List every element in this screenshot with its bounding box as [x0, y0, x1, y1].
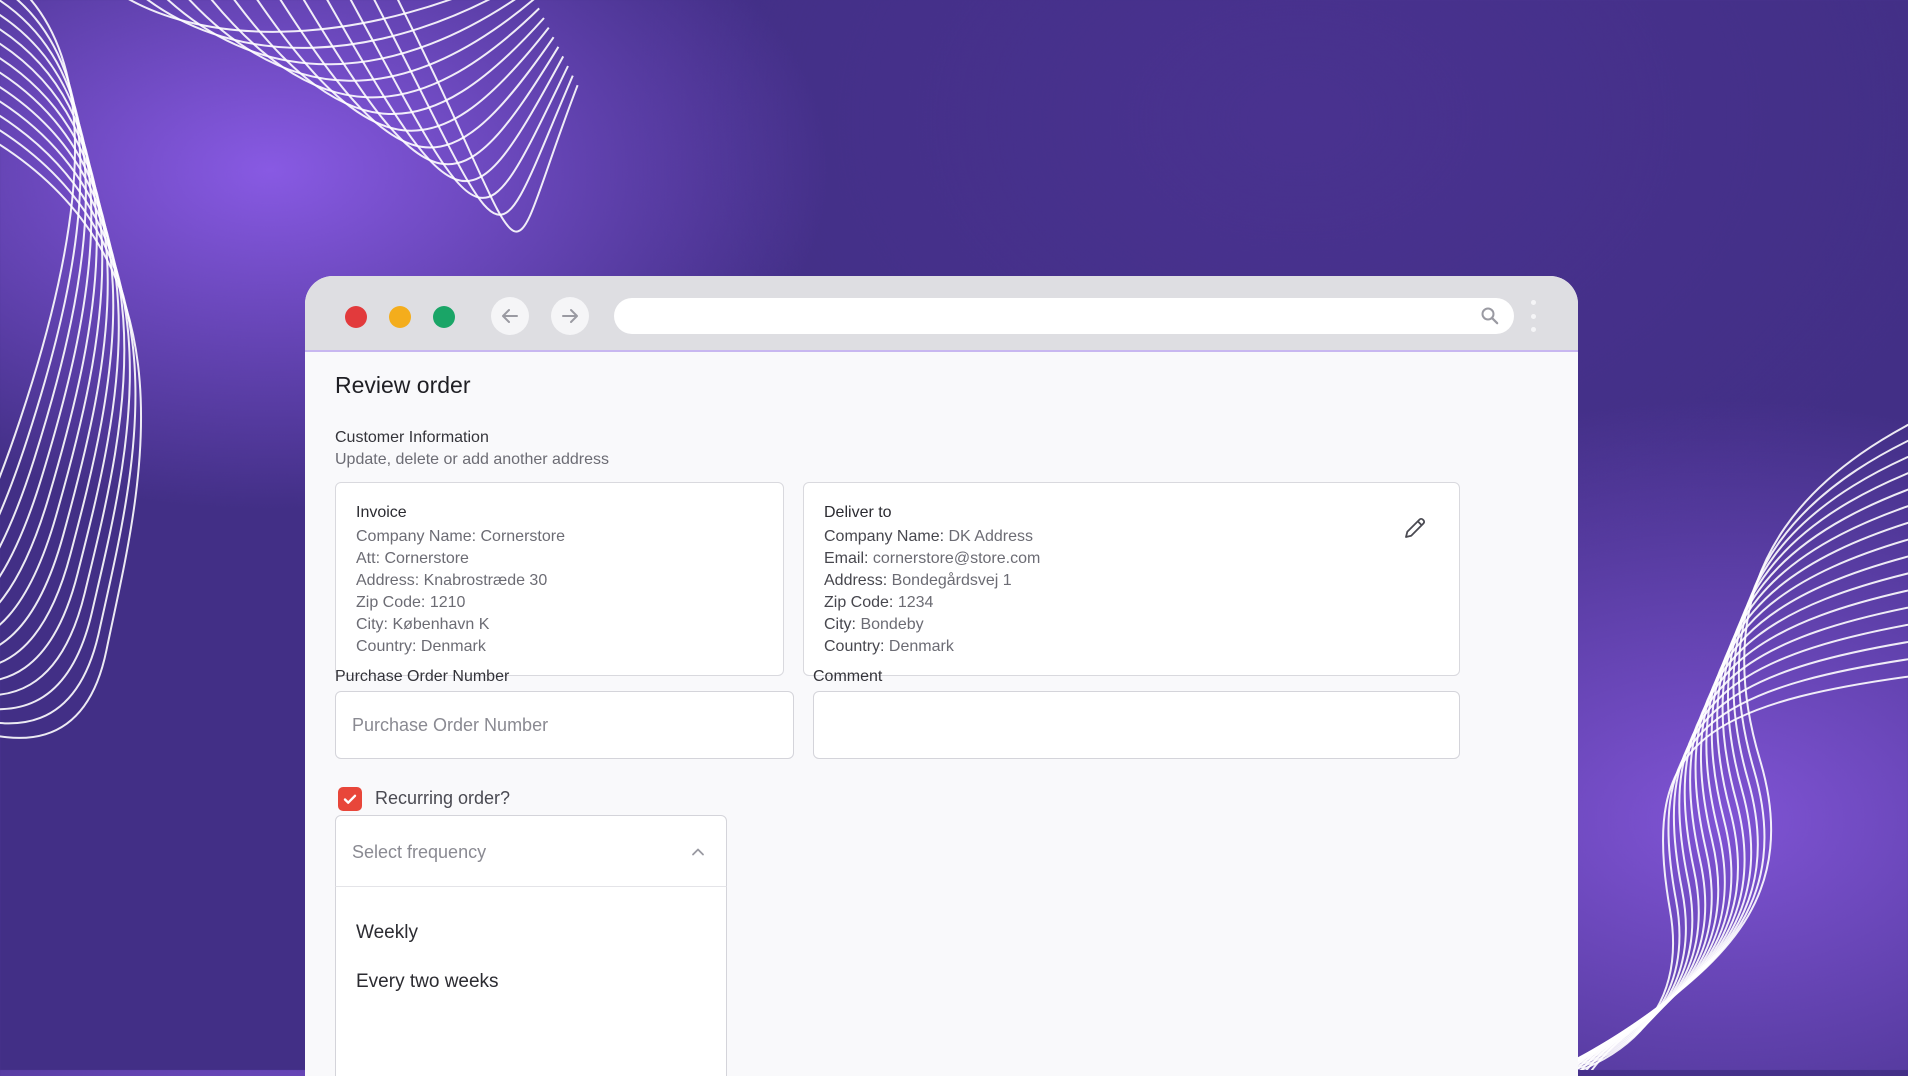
menu-dot-icon: [1530, 313, 1536, 319]
search-icon[interactable]: [1480, 306, 1500, 326]
wave-line: [1569, 488, 1908, 1070]
invoice-row: Country: Denmark: [356, 638, 486, 655]
checkmark-icon: [343, 794, 357, 804]
deliver-row: Company Name: DK Address: [824, 528, 1033, 545]
chevron-up-icon: [692, 848, 704, 856]
wave-line: [1585, 439, 1908, 1070]
deliver-row: Zip Code: 1234: [824, 594, 934, 611]
deliver-heading: Deliver to: [824, 504, 892, 521]
wave-line: [302, 0, 560, 166]
wave-line: [1579, 455, 1908, 1070]
address-bar[interactable]: [614, 298, 1514, 334]
deliver-row: Email: cornerstore@store.com: [824, 550, 1041, 567]
wave-line: [326, 0, 565, 182]
frequency-option-every-two-weeks[interactable]: Every two weeks: [356, 971, 499, 993]
purchase-order-input[interactable]: [335, 691, 794, 759]
comment-input[interactable]: [813, 691, 1460, 759]
minimize-window-button[interactable]: [389, 306, 411, 328]
wave-line: [1552, 572, 1908, 1070]
edit-pencil-icon[interactable]: [1401, 514, 1429, 542]
back-button[interactable]: [491, 297, 529, 335]
page-content: Review order Customer Information Update…: [305, 352, 1578, 1076]
frequency-placeholder: Select frequency: [352, 842, 487, 862]
invoice-row: Zip Code: 1210: [356, 594, 466, 611]
invoice-row: Address: Knabrostræde 30: [356, 572, 548, 589]
page-title: Review order: [335, 372, 471, 398]
close-window-button[interactable]: [345, 306, 367, 328]
browser-toolbar: [305, 276, 1578, 352]
frequency-select[interactable]: Select frequency: [335, 815, 727, 887]
maximize-window-button[interactable]: [433, 306, 455, 328]
wave-line: [1557, 538, 1908, 1070]
menu-dot-icon: [1530, 327, 1536, 332]
wave-line: [146, 0, 491, 49]
customer-info-subtitle: Update, delete or add another address: [335, 451, 609, 468]
frequency-option-weekly[interactable]: Weekly: [356, 922, 418, 944]
wave-line: [0, 13, 93, 578]
wave-line: [256, 0, 550, 132]
wave-line: [0, 114, 131, 711]
forward-button[interactable]: [551, 297, 589, 335]
purchase-order-label: Purchase Order Number: [335, 668, 510, 685]
wave-line: [1565, 505, 1908, 1070]
deliver-row: City: Bondeby: [824, 616, 924, 633]
invoice-card[interactable]: Invoice Company Name: Cornerstore Att: C…: [335, 482, 784, 676]
wave-line: [1574, 472, 1908, 1070]
recurring-order-checkbox[interactable]: [338, 787, 362, 811]
wave-line: [373, 0, 574, 216]
menu-dot-icon: [1530, 300, 1536, 305]
customer-info-title: Customer Information: [335, 429, 489, 446]
invoice-row: City: København K: [356, 616, 490, 633]
wave-line: [0, 143, 142, 739]
comment-label: Comment: [813, 668, 883, 685]
arrow-left-icon: [502, 309, 518, 323]
wave-line: [1590, 423, 1908, 1070]
wave-line: [396, 0, 579, 233]
arrow-right-icon: [562, 309, 578, 323]
browser-menu-button[interactable]: [1526, 296, 1540, 336]
frequency-dropdown-menu: Weekly Every two weeks: [335, 886, 727, 1076]
invoice-row: Company Name: Cornerstore: [356, 528, 565, 545]
deliver-row: Country: Denmark: [824, 638, 954, 655]
recurring-order-label[interactable]: Recurring order?: [375, 788, 510, 809]
deliver-row: Address: Bondegårdsvej 1: [824, 572, 1012, 589]
invoice-row: Att: Cornerstore: [356, 550, 469, 567]
invoice-heading: Invoice: [356, 504, 407, 521]
browser-window: Review order Customer Information Update…: [305, 276, 1578, 1076]
wave-line: [128, 0, 452, 33]
deliver-to-card[interactable]: Deliver to Company Name: DK Address Emai…: [803, 482, 1460, 676]
